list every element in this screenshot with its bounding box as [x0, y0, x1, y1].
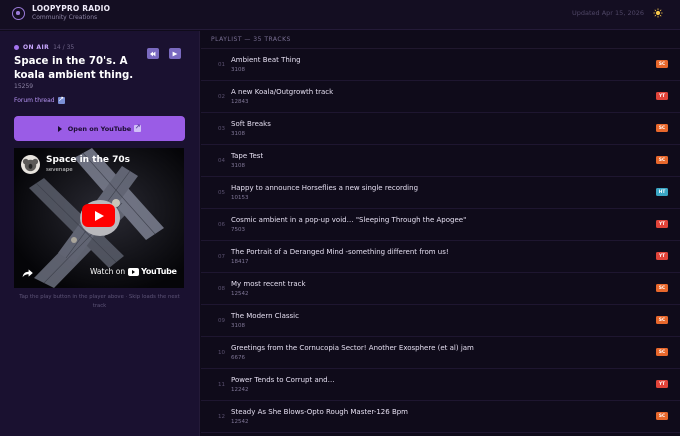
track-number: 02	[218, 94, 225, 100]
track-title: Happy to announce Horseflies a new singl…	[231, 184, 419, 192]
track-number: 01	[218, 62, 225, 68]
forum-thread-link[interactable]: Forum thread	[14, 95, 65, 104]
now-playing-title: Space in the 70's. A koala ambient thing…	[14, 56, 134, 81]
track-number: 09	[218, 318, 225, 324]
now-playing-panel: ON AIR 14 / 35 Space in the 70's. A koal…	[0, 31, 200, 436]
source-badge: YT	[656, 252, 668, 260]
app-header: LOOPYPRO RADIO Community Creations Updat…	[0, 0, 680, 30]
play-icon	[95, 210, 104, 221]
track-row[interactable]: 05 Happy to announce Horseflies a new sin…	[201, 177, 680, 209]
track-id: 3108	[231, 66, 245, 73]
track-id: 12843	[231, 98, 249, 105]
previous-track-button[interactable]	[147, 48, 159, 59]
track-position: 14 / 35	[53, 44, 75, 51]
source-badge: HT	[656, 188, 668, 196]
track-id: 3108	[231, 130, 245, 137]
now-playing-id: 15259	[14, 83, 34, 90]
live-dot-icon	[14, 45, 19, 50]
player-hint-text: Tap the play button in the player above …	[19, 294, 180, 309]
youtube-player[interactable]: Space in the 70s sevenape Watch on YouTu…	[14, 148, 184, 288]
track-number: 12	[218, 414, 225, 420]
track-row[interactable]: 06 Cosmic ambient in a pop-up void… "Slee…	[201, 209, 680, 241]
playlist-header: PLAYLIST — 35 TRACKS	[211, 36, 291, 43]
source-badge: SC	[656, 316, 668, 324]
track-row[interactable]: 10 Greetings from the Cornucopia Sector! …	[201, 337, 680, 369]
source-badge: YT	[656, 92, 668, 100]
video-title[interactable]: Space in the 70s	[46, 155, 130, 165]
source-badge: SC	[656, 412, 668, 420]
track-title: Soft Breaks	[231, 120, 271, 128]
koala-avatar-icon	[22, 158, 39, 172]
track-id: 12542	[231, 418, 249, 425]
rewind-icon	[150, 51, 156, 56]
track-number: 06	[218, 222, 225, 228]
source-badge: SC	[656, 124, 668, 132]
open-on-youtube-label: Open on YouTube	[67, 124, 132, 133]
watch-on-youtube-button[interactable]: Watch on YouTube	[90, 267, 177, 276]
track-row[interactable]: 08 My most recent track 12542 SC	[201, 273, 680, 305]
forum-thread-label: Forum thread	[14, 97, 55, 104]
track-number: 04	[218, 158, 225, 164]
watch-on-label: Watch on	[90, 267, 126, 276]
on-air-label: ON AIR	[23, 44, 50, 51]
external-link-icon	[57, 95, 65, 104]
track-id: 7503	[231, 226, 245, 233]
app-subtitle: Community Creations	[32, 14, 98, 21]
track-number: 05	[218, 190, 225, 196]
track-id: 6676	[231, 354, 245, 361]
app-title: LOOPYPRO RADIO	[32, 4, 111, 13]
track-row[interactable]: 01 Ambient Beat Thing 3108 SC	[201, 49, 680, 81]
track-title: A new Koala/Outgrowth track	[231, 88, 334, 96]
source-badge: YT	[656, 220, 668, 228]
track-number: 10	[218, 350, 225, 356]
track-id: 12242	[231, 386, 249, 393]
track-number: 11	[218, 382, 225, 388]
external-link-icon	[134, 123, 142, 132]
track-row[interactable]: 03 Soft Breaks 3108 SC	[201, 113, 680, 145]
track-row[interactable]: 09 The Modern Classic 3108 SC	[201, 305, 680, 337]
youtube-play-button[interactable]	[82, 204, 115, 227]
updated-timestamp: Updated Apr 15, 2026	[572, 9, 644, 17]
track-number: 03	[218, 126, 225, 132]
source-badge: YT	[656, 380, 668, 388]
source-badge: SC	[656, 284, 668, 292]
source-badge: SC	[656, 348, 668, 356]
play-icon	[57, 125, 62, 132]
play-next-icon	[172, 51, 178, 56]
track-title: My most recent track	[231, 280, 306, 288]
track-row[interactable]: 07 The Portrait of a Deranged Mind -somet…	[201, 241, 680, 273]
logo-icon	[12, 7, 25, 20]
track-row[interactable]: 02 A new Koala/Outgrowth track 12843 YT	[201, 81, 680, 113]
track-title: Ambient Beat Thing	[231, 56, 301, 64]
youtube-brand-label: YouTube	[141, 267, 177, 276]
track-id: 3108	[231, 162, 245, 169]
track-number: 07	[218, 254, 225, 260]
track-title: Greetings from the Cornucopia Sector! An…	[231, 344, 474, 352]
track-title: The Modern Classic	[231, 312, 299, 320]
track-id: 12542	[231, 290, 249, 297]
next-track-button[interactable]	[169, 48, 181, 59]
share-icon[interactable]	[22, 267, 34, 279]
source-badge: SC	[656, 156, 668, 164]
track-title: Tape Test	[231, 152, 264, 160]
youtube-logo-icon	[128, 267, 140, 276]
theme-toggle-sun-icon[interactable]	[653, 8, 663, 18]
open-on-youtube-button[interactable]: Open on YouTube	[14, 116, 185, 141]
source-badge: SC	[656, 60, 668, 68]
track-id: 18417	[231, 258, 249, 265]
channel-name[interactable]: sevenape	[46, 167, 73, 173]
track-row[interactable]: 11 Power Tends to Corrupt and… 12242 YT	[201, 369, 680, 401]
track-title: The Portrait of a Deranged Mind -somethi…	[231, 248, 449, 256]
track-title: Steady As She Blows-Opto Rough Master-12…	[231, 408, 409, 416]
track-id: 10153	[231, 194, 249, 201]
track-title: Cosmic ambient in a pop-up void… "Sleepi…	[231, 216, 467, 224]
track-row[interactable]: 04 Tape Test 3108 SC	[201, 145, 680, 177]
track-row[interactable]: 12 Steady As She Blows-Opto Rough Master-…	[201, 401, 680, 433]
track-number: 08	[218, 286, 225, 292]
channel-avatar[interactable]	[21, 155, 40, 174]
on-air-indicator: ON AIR 14 / 35	[14, 44, 74, 51]
track-title: Power Tends to Corrupt and…	[231, 376, 335, 384]
track-id: 3108	[231, 322, 245, 329]
